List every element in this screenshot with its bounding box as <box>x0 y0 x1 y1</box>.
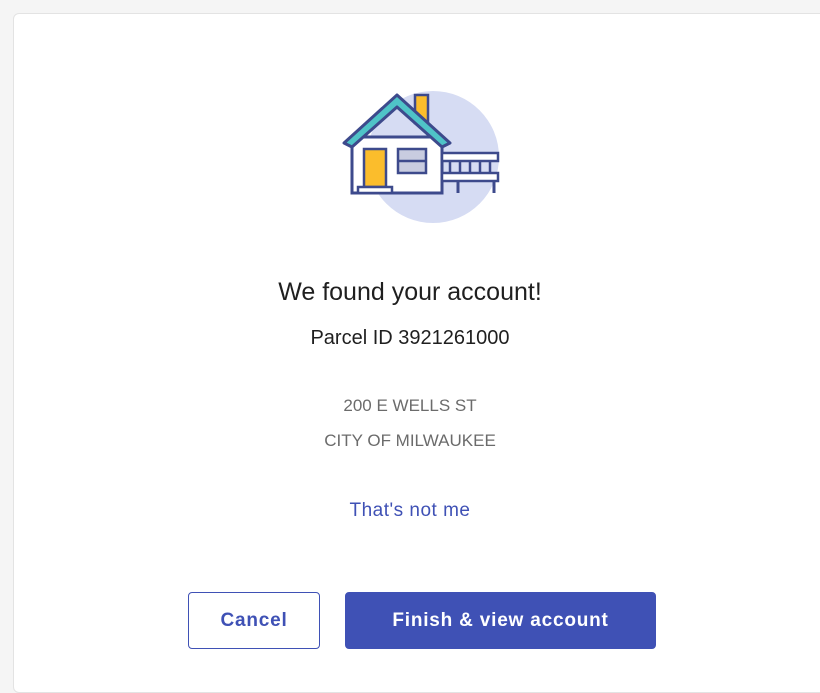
house-icon <box>330 75 510 225</box>
address-line-1: 200 E WELLS ST <box>343 396 477 415</box>
not-me-link[interactable]: That's not me <box>0 500 820 522</box>
address-line-2: CITY OF MILWAUKEE <box>324 431 496 450</box>
cancel-button[interactable]: Cancel <box>188 592 320 649</box>
parcel-id: Parcel ID 3921261000 <box>310 327 510 349</box>
dialog-title: We found your account! <box>278 278 542 306</box>
finish-view-account-button[interactable]: Finish & view account <box>345 592 656 649</box>
